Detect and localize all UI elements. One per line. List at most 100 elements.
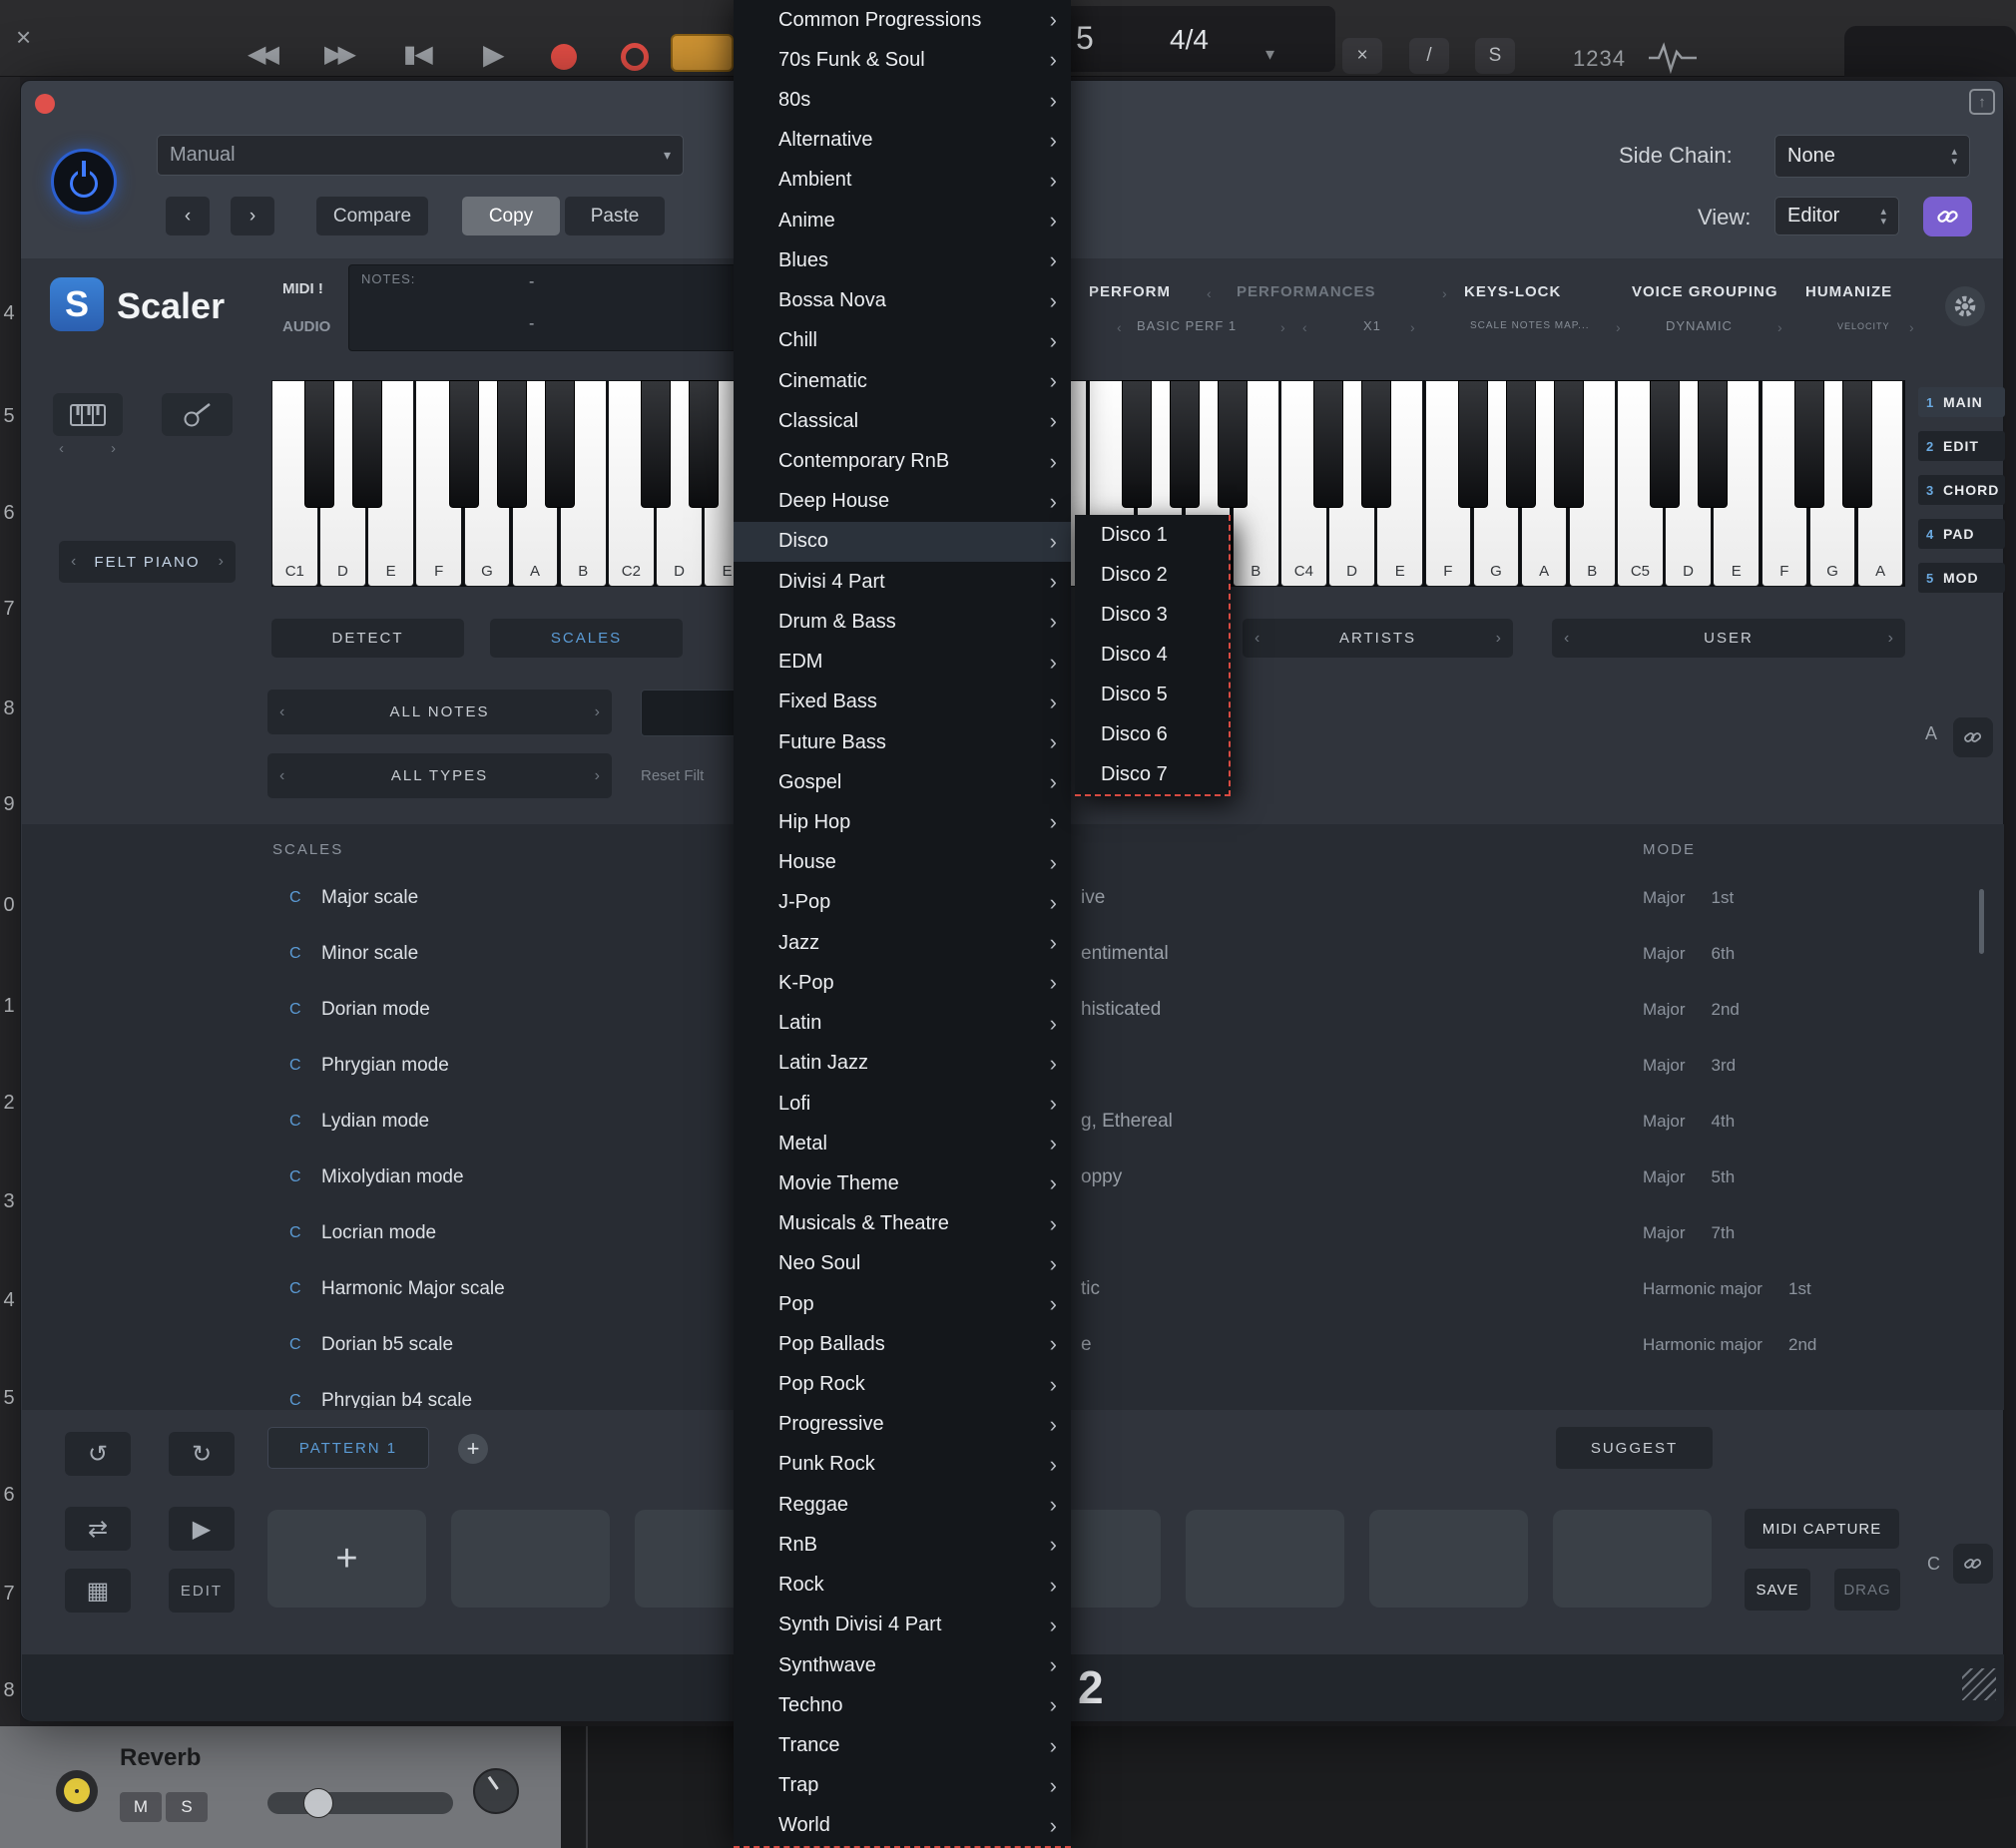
black-key-19[interactable] xyxy=(1218,380,1248,508)
keys-lock-label[interactable]: KEYS-LOCK xyxy=(1464,283,1561,300)
grid-view-button[interactable]: ▦ xyxy=(65,1569,131,1613)
black-key-0[interactable] xyxy=(304,380,334,508)
window-mode-button[interactable]: ↑ xyxy=(1969,89,1995,115)
drag-button[interactable]: DRAG xyxy=(1834,1569,1900,1611)
mute-button[interactable]: M xyxy=(120,1792,162,1822)
time-signature[interactable]: 4/4 xyxy=(1170,24,1209,56)
menu-item-ambient[interactable]: Ambient› xyxy=(734,161,1071,201)
menu-item-world[interactable]: World› xyxy=(734,1806,1071,1846)
menu-item-edm[interactable]: EDM› xyxy=(734,643,1071,683)
humanize-label[interactable]: HUMANIZE xyxy=(1805,283,1892,300)
forward-button[interactable]: ▶▶ xyxy=(324,40,351,69)
tab-artists[interactable]: ‹ ARTISTS › xyxy=(1243,619,1513,658)
menu-item-house[interactable]: House› xyxy=(734,843,1071,883)
black-key-25[interactable] xyxy=(1506,380,1536,508)
page-tab-edit[interactable]: 2EDIT xyxy=(1918,431,2005,461)
bind-link-button[interactable] xyxy=(1953,717,1993,757)
tab-scales[interactable]: SCALES xyxy=(490,619,683,658)
rewind-button[interactable]: ◀◀ xyxy=(248,40,274,69)
channel-gain-knob[interactable] xyxy=(56,1770,98,1812)
chevron-right-icon[interactable]: › xyxy=(1410,319,1415,335)
chevron-right-icon[interactable]: › xyxy=(1442,285,1447,301)
black-key-3[interactable] xyxy=(449,380,479,508)
chevron-right-icon[interactable]: › xyxy=(1280,319,1285,335)
menu-item-fixed-bass[interactable]: Fixed Bass› xyxy=(734,683,1071,722)
menu-item-synth-divisi-4-part[interactable]: Synth Divisi 4 Part› xyxy=(734,1606,1071,1645)
solo-mode-button[interactable]: S xyxy=(1475,38,1515,74)
black-key-8[interactable] xyxy=(689,380,719,508)
midi-capture-button[interactable]: MIDI CAPTURE xyxy=(1745,1509,1899,1549)
resize-grip[interactable] xyxy=(1962,1668,1996,1700)
capture-record-button[interactable] xyxy=(621,43,649,71)
perform-label[interactable]: PERFORM xyxy=(1089,283,1171,300)
menu-item-blues[interactable]: Blues› xyxy=(734,240,1071,280)
black-key-21[interactable] xyxy=(1313,380,1343,508)
add-pattern-button[interactable]: + xyxy=(458,1434,488,1464)
menu-item-progressive[interactable]: Progressive› xyxy=(734,1405,1071,1445)
submenu-item-disco-5[interactable]: Disco 5 xyxy=(1075,675,1229,714)
menu-item-rnb[interactable]: RnB› xyxy=(734,1525,1071,1565)
menu-item-deep-house[interactable]: Deep House› xyxy=(734,482,1071,522)
all-notes-selector[interactable]: ‹ ALL NOTES › xyxy=(267,690,612,734)
settings-gear-icon[interactable] xyxy=(1945,286,1985,326)
chevron-left-icon[interactable]: ‹ xyxy=(1564,630,1569,648)
black-key-29[interactable] xyxy=(1698,380,1728,508)
menu-item-bossa-nova[interactable]: Bossa Nova› xyxy=(734,281,1071,321)
menu-item-70s-funk-soul[interactable]: 70s Funk & Soul› xyxy=(734,40,1071,80)
chevron-left-icon[interactable]: ‹ xyxy=(1302,319,1307,335)
list-scrollbar[interactable] xyxy=(1979,889,1984,954)
pattern-slot-7[interactable] xyxy=(1369,1510,1528,1608)
velocity-value[interactable]: VELOCITY xyxy=(1837,321,1890,331)
pattern-slot-8[interactable] xyxy=(1553,1510,1712,1608)
next-preset-button[interactable]: › xyxy=(231,197,274,235)
menu-item-punk-rock[interactable]: Punk Rock› xyxy=(734,1445,1071,1485)
submenu-item-disco-4[interactable]: Disco 4 xyxy=(1075,635,1229,675)
chevron-down-icon[interactable]: ▾ xyxy=(1265,44,1274,65)
metronome-waveform-icon[interactable] xyxy=(1649,42,1697,74)
black-key-17[interactable] xyxy=(1122,380,1152,508)
chevron-left-icon[interactable]: ‹ xyxy=(1255,630,1260,648)
menu-item-classical[interactable]: Classical› xyxy=(734,401,1071,441)
black-key-18[interactable] xyxy=(1170,380,1200,508)
chevron-left-icon[interactable]: ‹ xyxy=(279,767,284,785)
menu-item-pop[interactable]: Pop› xyxy=(734,1284,1071,1324)
menu-item-future-bass[interactable]: Future Bass› xyxy=(734,722,1071,762)
black-key-31[interactable] xyxy=(1794,380,1824,508)
count-in-button[interactable]: 1234 xyxy=(1573,46,1626,72)
keyboard-view-button[interactable] xyxy=(53,393,123,436)
edit-pattern-button[interactable]: EDIT xyxy=(169,1569,235,1613)
play-button[interactable]: ▶ xyxy=(483,38,505,71)
tab-detect[interactable]: DETECT xyxy=(271,619,464,658)
menu-item-divisi-4-part[interactable]: Divisi 4 Part› xyxy=(734,562,1071,602)
chevron-right-icon[interactable]: › xyxy=(1616,319,1621,335)
prev-preset-button[interactable]: ‹ xyxy=(166,197,210,235)
guitar-view-button[interactable] xyxy=(162,393,233,436)
menu-item-trance[interactable]: Trance› xyxy=(734,1725,1071,1765)
menu-item-common-progressions[interactable]: Common Progressions› xyxy=(734,0,1071,40)
clear-button[interactable]: × xyxy=(1342,38,1382,74)
plugin-power-button[interactable] xyxy=(51,149,117,215)
pattern-1-tab[interactable]: PATTERN 1 xyxy=(267,1427,429,1469)
play-pattern-button[interactable]: ▶ xyxy=(169,1507,235,1551)
menu-item-latin[interactable]: Latin› xyxy=(734,1003,1071,1043)
window-close-button[interactable] xyxy=(35,94,55,114)
menu-item-reggae[interactable]: Reggae› xyxy=(734,1485,1071,1525)
menu-item-jazz[interactable]: Jazz› xyxy=(734,923,1071,963)
page-tab-mod[interactable]: 5MOD xyxy=(1918,563,2005,593)
redo-button[interactable]: ↻ xyxy=(169,1432,235,1476)
black-key-24[interactable] xyxy=(1458,380,1488,508)
menu-item-latin-jazz[interactable]: Latin Jazz› xyxy=(734,1044,1071,1084)
black-key-1[interactable] xyxy=(352,380,382,508)
slash-button[interactable]: / xyxy=(1409,38,1449,74)
bind-link-button[interactable] xyxy=(1953,1544,1993,1584)
x1-value[interactable]: X1 xyxy=(1363,318,1381,333)
black-key-32[interactable] xyxy=(1842,380,1872,508)
submenu-item-disco-7[interactable]: Disco 7 xyxy=(1075,754,1229,794)
chevron-left-icon[interactable]: ‹ xyxy=(1207,285,1212,301)
tab-user[interactable]: ‹ USER › xyxy=(1552,619,1905,658)
scale-notes-map-value[interactable]: SCALE NOTES MAP... xyxy=(1470,320,1590,331)
preset-dropdown[interactable]: Manual ▾ xyxy=(157,135,684,176)
menu-item-trap[interactable]: Trap› xyxy=(734,1766,1071,1806)
menu-item-k-pop[interactable]: K-Pop› xyxy=(734,963,1071,1003)
chevron-right-icon[interactable]: › xyxy=(1777,319,1782,335)
